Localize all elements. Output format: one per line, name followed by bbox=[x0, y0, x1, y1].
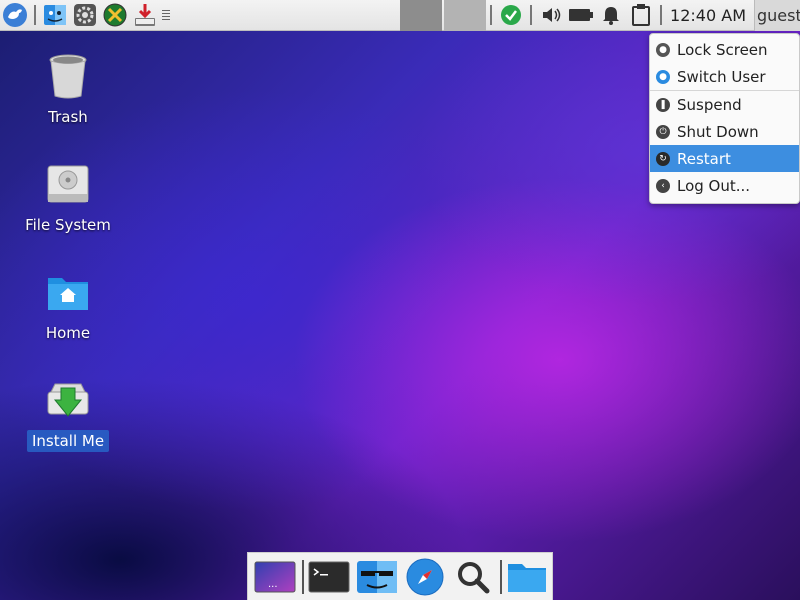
workspace-1[interactable] bbox=[400, 0, 443, 31]
check-icon bbox=[501, 5, 522, 25]
dock-separator bbox=[500, 559, 502, 594]
file-manager-launcher[interactable] bbox=[40, 0, 70, 30]
volume-button[interactable] bbox=[536, 0, 566, 30]
web-browser-launcher[interactable] bbox=[402, 555, 448, 599]
desktop-icon-label: Trash bbox=[48, 108, 88, 126]
desktop-icon-label: File System bbox=[25, 216, 111, 234]
desktop-icon-label: Install Me bbox=[26, 430, 110, 452]
top-panel: 12:40 AM guest bbox=[0, 0, 800, 31]
desktop-icon-file-system[interactable]: File System bbox=[18, 160, 118, 236]
user-action-menu: ● Lock Screen ● Switch User ❚ Suspend ⏻ … bbox=[649, 33, 800, 204]
search-icon bbox=[458, 561, 490, 593]
clipboard-button[interactable] bbox=[626, 0, 656, 30]
terminal-icon bbox=[308, 561, 350, 592]
menu-item-label: Lock Screen bbox=[677, 40, 768, 59]
install-icon bbox=[44, 376, 92, 424]
dock-separator bbox=[302, 559, 304, 594]
panel-separator bbox=[490, 5, 493, 25]
desktop-icon-trash[interactable]: Trash bbox=[18, 52, 118, 128]
xfce-menu-icon bbox=[3, 3, 27, 27]
user-menu-button[interactable]: guest bbox=[754, 0, 800, 31]
show-desktop-button[interactable]: ... bbox=[252, 555, 298, 599]
desktop-icon-home[interactable]: Home bbox=[18, 268, 118, 344]
notifications-button[interactable] bbox=[596, 0, 626, 30]
desktop-icon-install-me[interactable]: Install Me bbox=[18, 376, 118, 452]
update-status-button[interactable] bbox=[496, 0, 526, 30]
web-browser-icon bbox=[406, 558, 444, 595]
battery-button[interactable] bbox=[566, 0, 596, 30]
settings-icon bbox=[74, 4, 96, 26]
menu-item-shut-down[interactable]: ⏻ Shut Down bbox=[650, 118, 799, 145]
file-manager-launcher[interactable] bbox=[354, 555, 400, 599]
home-folder-icon bbox=[44, 268, 92, 316]
settings-launcher[interactable] bbox=[70, 0, 100, 30]
panel-separator bbox=[34, 5, 36, 25]
bell-icon bbox=[603, 7, 620, 25]
menu-item-label: Switch User bbox=[677, 67, 766, 86]
drive-icon bbox=[44, 160, 92, 208]
user-icon: ● bbox=[656, 69, 670, 84]
file-manager-icon bbox=[357, 560, 397, 593]
bottom-dock: ... bbox=[247, 552, 553, 600]
folder-launcher[interactable] bbox=[504, 555, 550, 599]
search-launcher[interactable] bbox=[450, 555, 496, 599]
menu-item-restart[interactable]: ↻ Restart bbox=[650, 145, 799, 172]
whisker-menu-button[interactable] bbox=[0, 0, 30, 30]
panel-separator bbox=[660, 5, 663, 25]
menu-item-label: Log Out... bbox=[677, 176, 751, 195]
power-icon: ⏻ bbox=[656, 124, 670, 139]
lock-icon: ● bbox=[656, 42, 670, 57]
show-desktop-icon: ... bbox=[254, 561, 296, 592]
menu-item-label: Suspend bbox=[677, 95, 742, 114]
menu-item-log-out[interactable]: ‹ Log Out... bbox=[650, 172, 799, 199]
svg-text:...: ... bbox=[268, 579, 278, 590]
desktop-icon-label: Home bbox=[45, 324, 91, 342]
download-installer-icon bbox=[135, 4, 155, 26]
menu-item-switch-user[interactable]: ● Switch User bbox=[650, 63, 799, 90]
file-manager-icon bbox=[44, 5, 66, 25]
suspend-icon: ❚ bbox=[656, 97, 670, 112]
menu-item-suspend[interactable]: ❚ Suspend bbox=[650, 91, 799, 118]
workspace-2[interactable] bbox=[444, 0, 487, 31]
logout-icon: ‹ bbox=[656, 178, 670, 193]
menu-item-label: Shut Down bbox=[677, 122, 759, 141]
tools-launcher[interactable] bbox=[100, 0, 130, 30]
clock[interactable]: 12:40 AM bbox=[670, 6, 746, 25]
panel-separator bbox=[530, 5, 533, 25]
tools-icon bbox=[103, 3, 127, 27]
menu-item-label: Restart bbox=[677, 149, 731, 168]
folder-icon bbox=[508, 563, 547, 592]
trash-icon bbox=[44, 52, 92, 100]
volume-icon bbox=[543, 8, 561, 22]
panel-drag-handle[interactable] bbox=[162, 10, 170, 20]
terminal-launcher[interactable] bbox=[306, 555, 352, 599]
menu-item-lock-screen[interactable]: ● Lock Screen bbox=[650, 36, 799, 63]
battery-icon bbox=[569, 9, 594, 21]
installer-launcher[interactable] bbox=[130, 0, 160, 30]
clipboard-icon bbox=[632, 4, 651, 26]
restart-icon: ↻ bbox=[656, 151, 670, 166]
